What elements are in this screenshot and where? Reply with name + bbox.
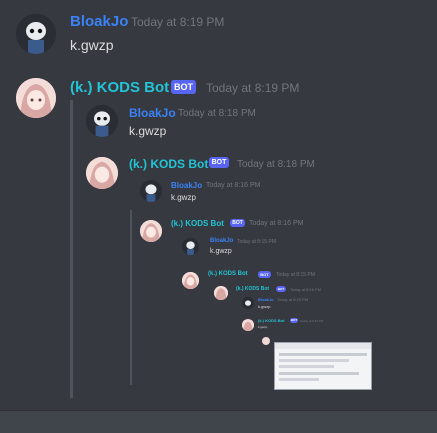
skull-avatar-icon <box>242 298 254 309</box>
bot-badge: BOT <box>258 271 271 278</box>
skull-avatar-icon <box>140 180 162 202</box>
bot-badge: BOT <box>290 318 298 323</box>
username-kods-bot[interactable]: (k.) KODS Bot <box>70 79 169 96</box>
username-bloakjo[interactable]: BloakJo <box>129 106 176 120</box>
username-kods-bot[interactable]: (k.) KODS Bot <box>129 157 208 171</box>
anime-avatar-icon <box>16 78 56 118</box>
username-bloakjo[interactable]: BloakJo <box>258 297 274 302</box>
skull-avatar-icon <box>16 14 56 54</box>
username-kods-bot[interactable]: (k.) KODS Bot <box>258 318 284 323</box>
username-kods-bot[interactable]: (k.) KODS Bot <box>236 286 269 292</box>
timestamp: Today at 8:15 PM <box>300 319 324 323</box>
screenshot-embed[interactable] <box>274 342 372 390</box>
embed-bar <box>279 372 359 375</box>
timestamp: Today at 8:16 PM <box>206 182 261 189</box>
embed-border <box>70 100 73 398</box>
avatar-bloakjo[interactable] <box>86 105 118 137</box>
avatar-bloakjo[interactable] <box>140 180 162 202</box>
message-text: k.gwzp <box>258 304 271 309</box>
skull-avatar-icon <box>182 238 199 255</box>
timestamp: Today at 8:19 PM <box>131 15 225 29</box>
anime-avatar-icon <box>214 286 228 300</box>
anime-avatar-icon <box>182 272 199 289</box>
bot-badge: BOT <box>209 157 229 168</box>
bot-badge: BOT <box>230 219 245 227</box>
timestamp: Today at 8:18 PM <box>178 108 256 119</box>
avatar-kods-bot[interactable] <box>140 220 162 242</box>
timestamp: Today at 8:15 PM <box>290 287 322 292</box>
anime-avatar-icon <box>86 157 118 189</box>
message-text: k.gwzp <box>258 325 268 329</box>
avatar-kods-bot[interactable] <box>86 157 118 189</box>
embed-bar <box>279 359 349 362</box>
message-text: k.gwzp <box>129 124 167 138</box>
skull-avatar-icon <box>86 105 118 137</box>
bot-badge: BOT <box>276 286 286 292</box>
timestamp: Today at 8:15 PM <box>237 239 276 245</box>
username-kods-bot[interactable]: (k.) KODS Bot <box>208 271 248 277</box>
timestamp: Today at 8:16 PM <box>249 220 304 227</box>
username-bloakjo[interactable]: BloakJo <box>210 238 233 244</box>
avatar-bloakjo[interactable] <box>182 238 199 255</box>
message-text: k.gwzp <box>210 248 232 255</box>
embed-toolbar <box>275 343 371 349</box>
username-bloakjo[interactable]: BloakJo <box>171 181 202 190</box>
avatar-bloakjo[interactable] <box>242 297 254 309</box>
timestamp: Today at 8:18 PM <box>237 159 315 170</box>
message-text: k.gwzp <box>70 37 114 53</box>
avatar-kods-bot[interactable] <box>214 286 228 300</box>
embed-bar <box>279 378 319 381</box>
timestamp: Today at 8:15 PM <box>277 297 309 302</box>
avatar-kods-bot[interactable] <box>182 272 199 289</box>
bot-badge: BOT <box>171 80 196 94</box>
embed-bar <box>279 365 334 368</box>
avatar-bloakjo[interactable] <box>16 14 56 54</box>
avatar-kods-bot[interactable] <box>262 337 270 345</box>
avatar-kods-bot[interactable] <box>242 319 254 331</box>
timestamp: Today at 8:15 PM <box>276 272 315 278</box>
embed-border <box>130 210 132 385</box>
anime-avatar-icon <box>140 220 162 242</box>
message-input[interactable] <box>0 410 437 433</box>
username-bloakjo[interactable]: BloakJo <box>70 13 128 30</box>
embed-bar <box>279 353 367 356</box>
message-text: k.gwzp <box>171 193 196 202</box>
username-kods-bot[interactable]: (k.) KODS Bot <box>171 219 224 228</box>
anime-avatar-icon <box>242 320 254 331</box>
avatar-kods-bot[interactable] <box>16 78 56 118</box>
timestamp: Today at 8:19 PM <box>206 81 300 95</box>
